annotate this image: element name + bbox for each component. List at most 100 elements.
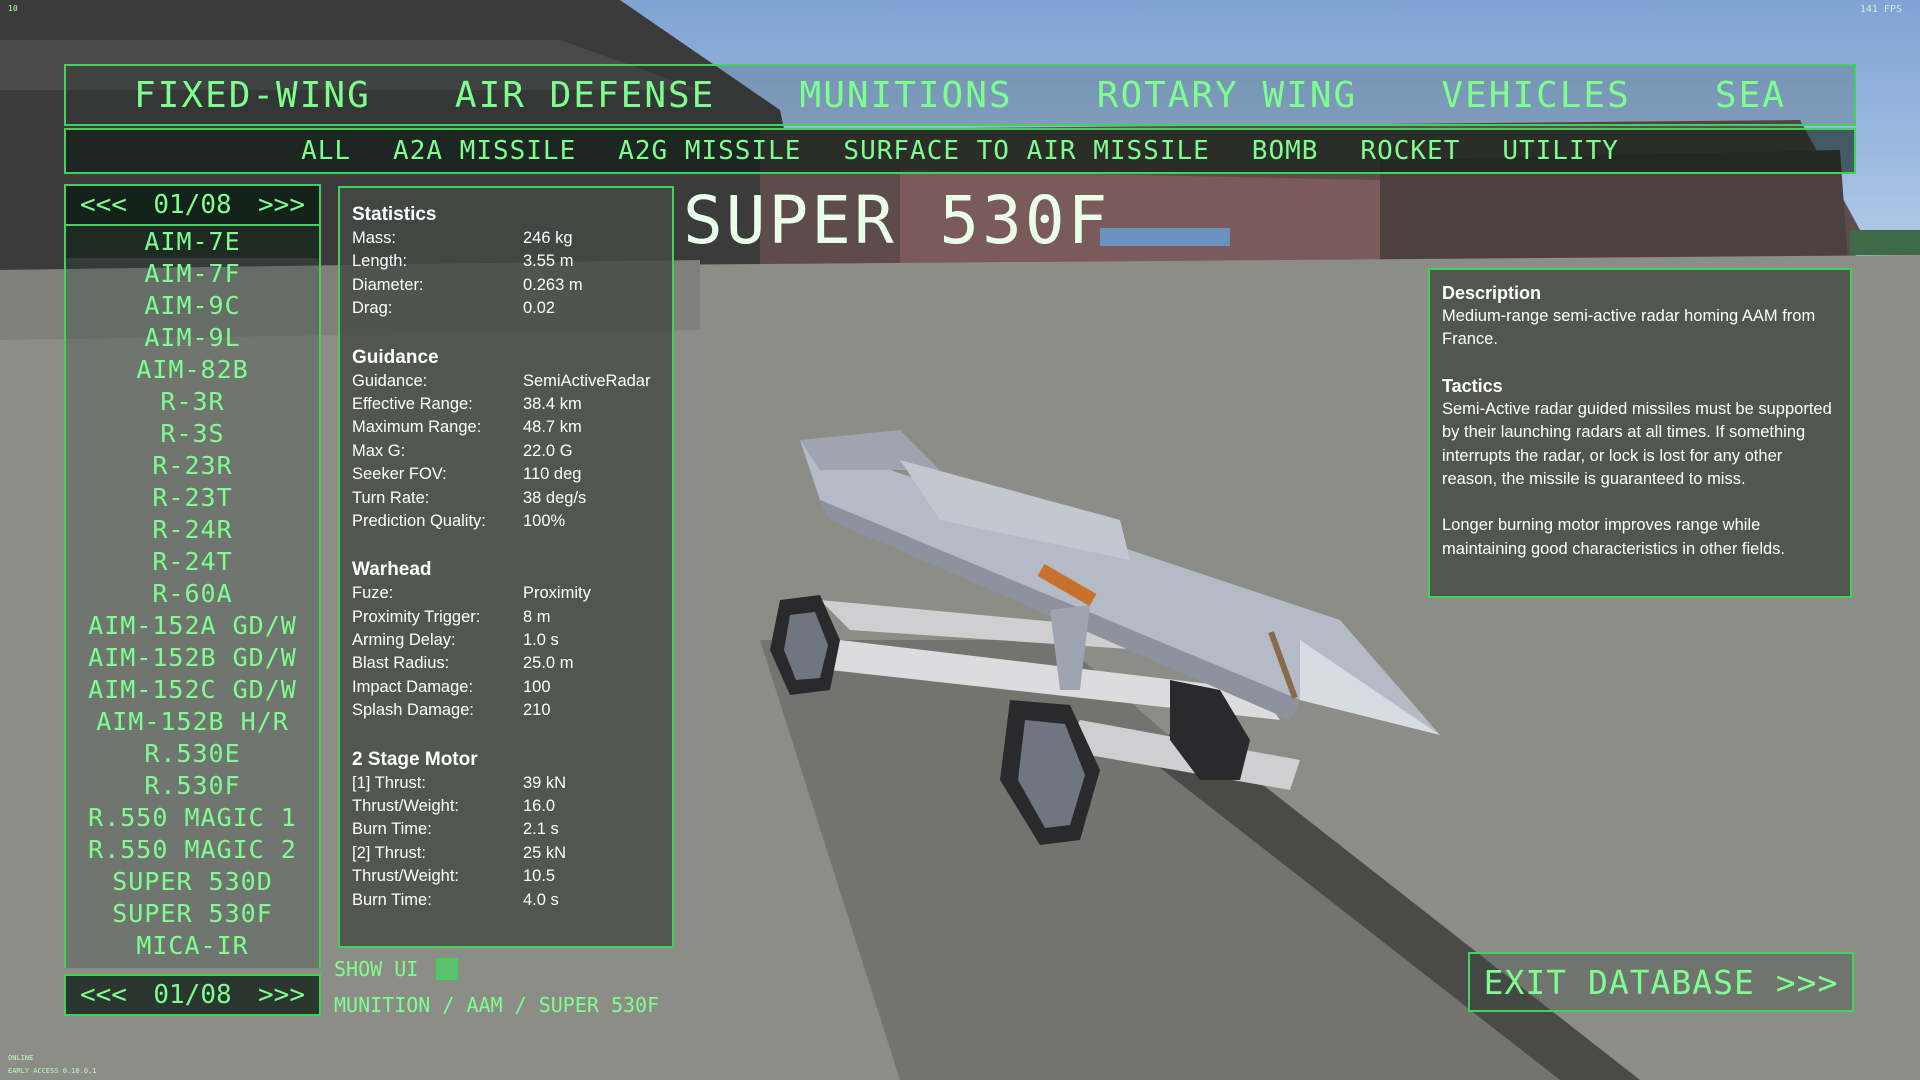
- stat-row: Length: 3.55 m: [352, 250, 672, 273]
- stat-row: Burn Time: 4.0 s: [352, 889, 672, 912]
- subtab-rocket[interactable]: ROCKET: [1360, 136, 1460, 166]
- list-item[interactable]: AIM-152B GD/W: [66, 642, 319, 674]
- stat-value: 100: [523, 677, 551, 696]
- stat-value: 22.0 G: [523, 441, 573, 460]
- subtab-all[interactable]: ALL: [301, 136, 351, 166]
- statistics-rows: Mass: 246 kg Length: 3.55 m Diameter: 0.263 m…: [352, 227, 672, 321]
- tab-fixed-wing[interactable]: FIXED-WING: [134, 75, 371, 116]
- online-status: ONLINE: [8, 1054, 34, 1062]
- list-item[interactable]: R.550 MAGIC 2: [66, 834, 319, 866]
- list-item[interactable]: AIM-9L: [66, 322, 319, 354]
- stat-row: Maximum Range: 48.7 km: [352, 416, 672, 439]
- statistics-heading: Statistics: [352, 204, 437, 225]
- stat-value: 25 kN: [523, 843, 567, 862]
- list-item[interactable]: R-24R: [66, 514, 319, 546]
- stat-value: 100%: [523, 511, 566, 530]
- next-page-button-bottom[interactable]: >>>: [258, 980, 305, 1010]
- stat-value: 0.263 m: [523, 275, 583, 294]
- tab-vehicles[interactable]: VEHICLES: [1441, 75, 1630, 116]
- stat-row: Max G: 22.0 G: [352, 440, 672, 463]
- list-item[interactable]: MICA-IR: [66, 930, 319, 962]
- tactics-text: Semi-Active radar guided missiles must b…: [1442, 399, 1832, 489]
- stat-label: Guidance:: [352, 371, 428, 390]
- stat-row: Guidance: SemiActiveRadar: [352, 370, 672, 393]
- exit-database-button[interactable]: EXIT DATABASE >>>: [1468, 952, 1854, 1012]
- stat-label: Diameter:: [352, 275, 424, 294]
- build-version: EARLY ACCESS 0.18.0.1: [8, 1067, 97, 1075]
- stat-label: Proximity Trigger:: [352, 607, 481, 626]
- stat-row: Fuze: Proximity: [352, 582, 672, 605]
- stat-label: Max G:: [352, 441, 406, 460]
- show-ui-checkbox[interactable]: [436, 958, 459, 980]
- list-item[interactable]: AIM-7E: [66, 226, 319, 258]
- prev-page-button[interactable]: <<<: [80, 190, 127, 220]
- list-item[interactable]: R-3R: [66, 386, 319, 418]
- stat-label: Maximum Range:: [352, 418, 482, 437]
- list-item[interactable]: SUPER 530D: [66, 866, 319, 898]
- list-item[interactable]: R-23T: [66, 482, 319, 514]
- show-ui-toggle: SHOW UI: [334, 957, 459, 981]
- tab-sea[interactable]: SEA: [1715, 75, 1786, 116]
- corner-counter: 10: [8, 4, 18, 13]
- stat-value: 246 kg: [523, 229, 573, 247]
- stats-panel: Statistics Mass: 246 kg Length: 3.55 m Diame…: [338, 186, 674, 948]
- list-item[interactable]: AIM-152C GD/W: [66, 674, 319, 706]
- stat-value: 4.0 s: [523, 890, 559, 909]
- list-item[interactable]: R-3S: [66, 418, 319, 450]
- tab-air-defense[interactable]: AIR DEFENSE: [455, 75, 715, 116]
- warhead-rows: Fuze: Proximity Proximity Trigger: 8 m Armin…: [352, 582, 672, 722]
- subtab-bomb[interactable]: BOMB: [1252, 136, 1319, 166]
- list-item[interactable]: R.530F: [66, 770, 319, 802]
- show-ui-label: SHOW UI: [334, 957, 419, 981]
- motor-rows: [1] Thrust: 39 kN Thrust/Weight: 16.0 Burn T…: [352, 772, 672, 912]
- list-item[interactable]: AIM-82B: [66, 354, 319, 386]
- subtab-a2a-missile[interactable]: A2A MISSILE: [393, 136, 576, 166]
- stat-row: [1] Thrust: 39 kN: [352, 772, 672, 795]
- stat-label: Drag:: [352, 299, 393, 318]
- list-item[interactable]: R.530E: [66, 738, 319, 770]
- fps-counter: 141 FPS: [1859, 4, 1902, 15]
- stat-label: Burn Time:: [352, 820, 432, 839]
- stat-row: [2] Thrust: 25 kN: [352, 842, 672, 865]
- list-item[interactable]: AIM-9C: [66, 290, 319, 322]
- warhead-heading: Warhead: [352, 559, 432, 581]
- list-item[interactable]: R-23R: [66, 450, 319, 482]
- stat-row: Splash Damage: 210: [352, 699, 672, 722]
- stat-value: SemiActiveRadar: [523, 371, 651, 390]
- list-item[interactable]: R-60A: [66, 578, 319, 610]
- list-item[interactable]: SUPER 530F: [66, 898, 319, 930]
- list-item[interactable]: R.550 MAGIC 1: [66, 802, 319, 834]
- next-page-button[interactable]: >>>: [258, 190, 305, 220]
- stat-value: 3.55 m: [523, 252, 574, 271]
- stat-value: 25.0 m: [523, 654, 574, 673]
- stat-label: Mass:: [352, 229, 397, 247]
- tab-munitions[interactable]: MUNITIONS: [800, 75, 1013, 116]
- guidance-heading: Guidance: [352, 346, 439, 368]
- description-text: Medium-range semi-active radar homing AA…: [1442, 307, 1816, 349]
- stat-row: Seeker FOV: 110 deg: [352, 463, 672, 486]
- subtab-a2g-missile[interactable]: A2G MISSILE: [618, 136, 801, 166]
- stat-label: Splash Damage:: [352, 701, 474, 720]
- stat-value: 38 deg/s: [523, 488, 587, 507]
- list-item[interactable]: R-24T: [66, 546, 319, 578]
- stat-value: 8 m: [523, 607, 551, 626]
- prev-page-button-bottom[interactable]: <<<: [80, 980, 127, 1010]
- stat-label: Seeker FOV:: [352, 465, 447, 484]
- tab-rotary-wing[interactable]: ROTARY WING: [1097, 75, 1357, 116]
- stat-label: Turn Rate:: [352, 488, 430, 507]
- stat-value: 2.1 s: [523, 820, 559, 839]
- stat-row: Mass: 246 kg: [352, 227, 672, 250]
- list-item[interactable]: AIM-152A GD/W: [66, 610, 319, 642]
- stat-row: Turn Rate: 38 deg/s: [352, 487, 672, 510]
- extra-text: Longer burning motor improves range whil…: [1442, 516, 1786, 558]
- stat-value: 0.02: [523, 299, 556, 318]
- stat-value: 48.7 km: [523, 418, 582, 437]
- list-item[interactable]: AIM-7F: [66, 258, 319, 290]
- stat-label: Burn Time:: [352, 890, 432, 909]
- page-indicator: 01/08: [153, 190, 232, 220]
- list-item[interactable]: AIM-152B H/R: [66, 706, 319, 738]
- subtab-surface-to-air-missile[interactable]: SURFACE TO AIR MISSILE: [843, 136, 1209, 166]
- stat-row: Impact Damage: 100: [352, 676, 672, 699]
- subtab-utility[interactable]: UTILITY: [1502, 136, 1619, 166]
- munition-list: AIM-7E AIM-7F AIM-9C AIM-9L AIM-82B R-3R R-3S R…: [64, 226, 321, 968]
